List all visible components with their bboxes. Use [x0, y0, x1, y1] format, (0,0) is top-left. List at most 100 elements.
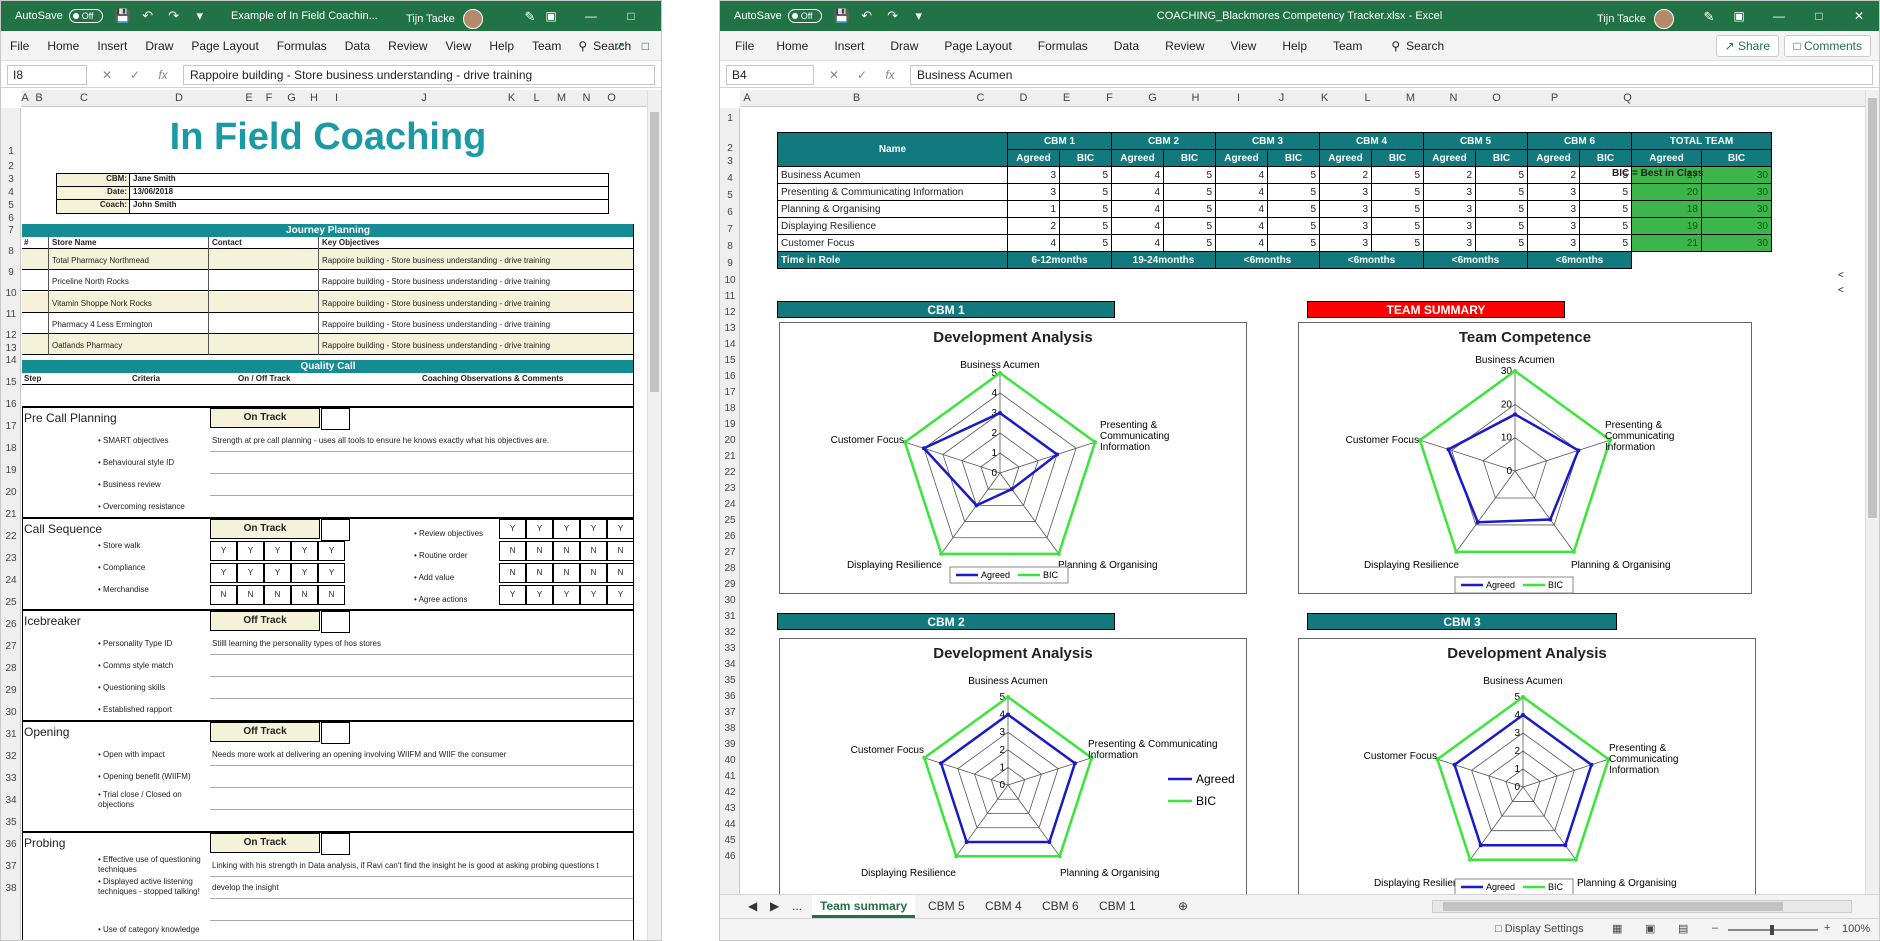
comments-icon[interactable]: □	[642, 39, 649, 53]
table-row[interactable]: Priceline North Rocks Rappoire building -…	[22, 270, 634, 291]
row-header[interactable]: 20	[720, 435, 740, 446]
menu-insert[interactable]: Insert	[821, 39, 877, 53]
maximize-icon[interactable]: □	[611, 1, 651, 31]
column-header[interactable]: H	[1174, 92, 1217, 104]
score-cell[interactable]: 5	[1059, 234, 1112, 252]
yn-cell[interactable]: Y	[264, 541, 291, 561]
row-header[interactable]: 41	[720, 771, 740, 782]
display-settings[interactable]: □ Display Settings	[1495, 923, 1584, 935]
score-cell[interactable]: 30	[1701, 217, 1772, 235]
tab-cbm6[interactable]: CBM 6	[1034, 895, 1087, 918]
ribbon-display-icon[interactable]: ▣	[531, 1, 571, 31]
yn-cell[interactable]: Y	[210, 563, 237, 583]
column-header[interactable]: K	[1303, 92, 1346, 104]
yn-cell[interactable]: N	[526, 563, 553, 583]
row-header[interactable]: 15	[720, 355, 740, 366]
row-header[interactable]: 9	[720, 258, 740, 269]
minimize-icon[interactable]: —	[571, 1, 611, 31]
ribbon-display-icon[interactable]: ▣	[1719, 1, 1759, 31]
score-cell[interactable]: 5	[1371, 200, 1424, 218]
score-cell[interactable]: 5	[1371, 234, 1424, 252]
scroll-thumb[interactable]	[1443, 902, 1783, 911]
user-account[interactable]: Tijn Tacke	[406, 9, 483, 29]
score-cell[interactable]: 3	[1423, 200, 1476, 218]
column-header[interactable]: G	[1131, 92, 1174, 104]
score-cell[interactable]: 5	[1267, 200, 1320, 218]
score-cell[interactable]: 3	[1423, 183, 1476, 201]
row-header[interactable]: 40	[720, 755, 740, 766]
page-break-icon[interactable]: ▤	[1678, 922, 1688, 935]
score-cell[interactable]: 30	[1701, 183, 1772, 201]
row-header[interactable]: 36	[720, 691, 740, 702]
column-header[interactable]: P	[1518, 92, 1591, 104]
observation-cell[interactable]	[210, 474, 634, 496]
row-header[interactable]: 17	[720, 387, 740, 398]
row-header[interactable]: 35	[720, 675, 740, 686]
row-header[interactable]: 7	[720, 224, 740, 235]
column-header[interactable]: K	[499, 92, 524, 104]
column-header[interactable]: B	[29, 92, 49, 104]
competency-name[interactable]: Displaying Resilience	[777, 217, 1008, 235]
undo-icon[interactable]: ↶	[860, 8, 874, 24]
menu-formulas[interactable]: Formulas	[1025, 39, 1101, 53]
score-cell[interactable]: 3	[1319, 200, 1372, 218]
yn-cell[interactable]: N	[499, 541, 526, 561]
row-header[interactable]: 24	[1, 575, 21, 586]
score-cell[interactable]: 4	[1215, 217, 1268, 235]
row-header[interactable]: 33	[720, 643, 740, 654]
row-header[interactable]: 2	[1, 161, 21, 172]
score-cell[interactable]: 3	[1527, 200, 1580, 218]
column-header[interactable]: L	[524, 92, 549, 104]
yn-cell[interactable]: N	[210, 585, 237, 605]
undo-icon[interactable]: ↶	[141, 8, 155, 24]
score-cell[interactable]: 4	[1215, 166, 1268, 184]
comments-button[interactable]: □ Comments	[1784, 35, 1871, 57]
yn-cell[interactable]: N	[607, 541, 634, 561]
row-header[interactable]: 22	[720, 467, 740, 478]
menu-page-layout[interactable]: Page Layout	[931, 39, 1024, 53]
menu-data[interactable]: Data	[336, 39, 379, 53]
score-cell[interactable]: 5	[1371, 183, 1424, 201]
page-layout-icon[interactable]: ▣	[1645, 922, 1655, 935]
row-header[interactable]: 23	[720, 483, 740, 494]
score-cell[interactable]: 3	[1423, 234, 1476, 252]
row-header[interactable]: 4	[1, 187, 21, 198]
observation-cell[interactable]	[210, 766, 634, 788]
score-cell[interactable]: 5	[1475, 166, 1528, 184]
track-status[interactable]: On Track	[210, 408, 350, 430]
yn-cell[interactable]: Y	[499, 519, 526, 539]
zoom-in-icon[interactable]: +	[1824, 922, 1830, 934]
column-header[interactable]: B	[754, 92, 959, 104]
avatar[interactable]	[1653, 9, 1674, 29]
vertical-scrollbar[interactable]	[647, 90, 661, 940]
menu-review[interactable]: Review	[1152, 39, 1217, 53]
row-header[interactable]: 11	[720, 291, 740, 302]
column-header[interactable]: O	[599, 92, 624, 104]
row-header[interactable]: 6	[1, 213, 21, 224]
observation-cell[interactable]	[210, 655, 634, 677]
row-header[interactable]: 37	[720, 707, 740, 718]
score-cell[interactable]: 5	[1579, 234, 1632, 252]
column-header[interactable]: G	[279, 92, 304, 104]
row-header[interactable]: 25	[720, 515, 740, 526]
observation-cell[interactable]	[210, 496, 634, 518]
column-header[interactable]: E	[1045, 92, 1088, 104]
menu-file[interactable]: File	[1, 39, 38, 53]
close-icon[interactable]: ✕	[1839, 1, 1879, 31]
row-header[interactable]: 29	[720, 579, 740, 590]
row-header[interactable]: 17	[1, 421, 21, 432]
row-header[interactable]: 28	[1, 663, 21, 674]
table-row[interactable]: Oatlands Pharmacy Rappoire building - Sto…	[22, 334, 634, 355]
row-header[interactable]: 14	[720, 339, 740, 350]
share-icon[interactable]: ↗	[615, 39, 625, 53]
row-header[interactable]: 34	[1, 795, 21, 806]
score-cell[interactable]: 4	[1111, 183, 1164, 201]
row-header[interactable]: 29	[1, 685, 21, 696]
score-cell[interactable]: 30	[1701, 166, 1772, 184]
row-header[interactable]: 20	[1, 487, 21, 498]
score-cell[interactable]: 5	[1163, 234, 1216, 252]
menu-help[interactable]: Help	[480, 39, 523, 53]
yn-cell[interactable]: N	[291, 585, 318, 605]
enter-icon[interactable]: ✓	[121, 68, 149, 82]
score-cell[interactable]: 4	[1215, 183, 1268, 201]
